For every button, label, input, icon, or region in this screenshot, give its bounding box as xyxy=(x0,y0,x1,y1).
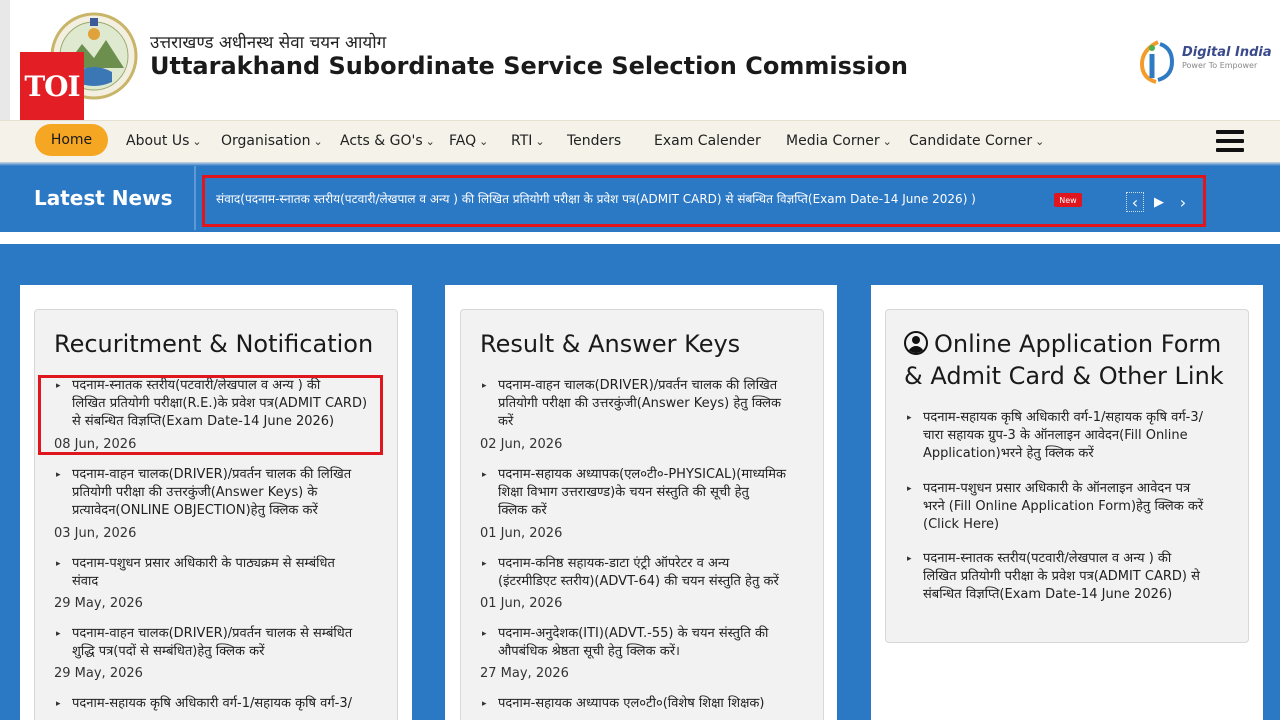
bullet-icon: ▸ xyxy=(482,470,487,480)
bullet-icon: ▸ xyxy=(482,629,487,639)
nav-rti-label: RTI xyxy=(511,133,533,149)
nav-home[interactable]: Home xyxy=(35,124,108,156)
bullet-icon: ▸ xyxy=(482,699,487,709)
online-application-title: Online Application Form xyxy=(904,328,1221,360)
nav-exam-calender[interactable]: Exam Calender xyxy=(654,120,761,162)
recruitment-item[interactable]: ▸ पदनाम-वाहन चालक(DRIVER)/प्रवर्तन चालक … xyxy=(56,625,382,661)
news-ticker-item[interactable]: संवाद(पदनाम-स्नातक स्तरीय(पटवारी/लेखपाल … xyxy=(216,190,976,207)
news-play-icon[interactable]: ▶ xyxy=(1150,192,1168,212)
bullet-icon: ▸ xyxy=(482,559,487,569)
recruitment-title: Recuritment & Notification xyxy=(54,330,374,358)
nav-candidate-corner[interactable]: Candidate Corner ⌄ xyxy=(909,120,1044,162)
chevron-down-icon: ⌄ xyxy=(535,134,545,148)
recruitment-item[interactable]: ▸ पदनाम-सहायक कृषि अधिकारी वर्ग-1/सहायक … xyxy=(56,695,382,713)
news-prev-icon[interactable]: ‹ xyxy=(1126,192,1144,212)
nav-acts-gos[interactable]: Acts & GO's ⌄ xyxy=(340,120,435,162)
item-date: 29 May, 2026 xyxy=(54,596,143,611)
item-date: 02 Jun, 2026 xyxy=(480,437,563,452)
result-item[interactable]: ▸ पदनाम-सहायक अध्यापक एल०टी०(विशेष शिक्ष… xyxy=(482,695,808,713)
nav-about-us-label: About Us xyxy=(126,133,190,149)
recruitment-item[interactable]: ▸ पदनाम-पशुधन प्रसार अधिकारी के पाठ्यक्र… xyxy=(56,555,382,591)
news-next-icon[interactable]: › xyxy=(1174,192,1192,212)
nav-tenders[interactable]: Tenders xyxy=(567,120,621,162)
news-divider xyxy=(194,166,196,230)
item-date: 01 Jun, 2026 xyxy=(480,596,563,611)
nav-organisation-label: Organisation xyxy=(221,133,311,149)
chevron-down-icon: ⌄ xyxy=(425,134,435,148)
site-title-hindi: उत्तराखण्ड अधीनस्थ सेवा चयन आयोग xyxy=(150,33,387,53)
nav-acts-gos-label: Acts & GO's xyxy=(340,133,423,149)
digital-india-tagline: Power To Empower xyxy=(1182,61,1258,70)
section-divider xyxy=(0,232,1280,244)
toi-watermark: TOI xyxy=(20,52,84,120)
nav-faq[interactable]: FAQ ⌄ xyxy=(449,120,488,162)
nav-rti[interactable]: RTI ⌄ xyxy=(511,120,545,162)
bullet-icon: ▸ xyxy=(56,629,61,639)
chevron-down-icon: ⌄ xyxy=(1035,134,1045,148)
user-circle-icon xyxy=(904,331,928,355)
online-link-item[interactable]: ▸ पदनाम-पशुधन प्रसार अधिकारी के ऑनलाइन आ… xyxy=(907,480,1233,534)
bullet-icon: ▸ xyxy=(907,484,912,494)
admit-card-highlight-box xyxy=(38,375,383,455)
item-date: 03 Jun, 2026 xyxy=(54,526,137,541)
nav-media-corner-label: Media Corner xyxy=(786,133,880,149)
nav-about-us[interactable]: About Us ⌄ xyxy=(126,120,202,162)
bullet-icon: ▸ xyxy=(907,413,912,423)
chevron-down-icon: ⌄ xyxy=(192,134,202,148)
bullet-icon: ▸ xyxy=(56,470,61,480)
nav-media-corner[interactable]: Media Corner ⌄ xyxy=(786,120,892,162)
result-item[interactable]: ▸ पदनाम-सहायक अध्यापक(एल०टी०-PHYSICAL)(म… xyxy=(482,466,808,520)
latest-news-label: Latest News xyxy=(34,186,173,210)
new-badge: New xyxy=(1054,193,1082,207)
recruitment-item[interactable]: ▸ पदनाम-वाहन चालक(DRIVER)/प्रवर्तन चालक … xyxy=(56,466,382,520)
nav-organisation[interactable]: Organisation ⌄ xyxy=(221,120,323,162)
chevron-down-icon: ⌄ xyxy=(882,134,892,148)
result-item[interactable]: ▸ पदनाम-वाहन चालक(DRIVER)/प्रवर्तन चालक … xyxy=(482,377,808,431)
site-title-english: Uttarakhand Subordinate Service Selectio… xyxy=(150,52,908,80)
bullet-icon: ▸ xyxy=(56,699,61,709)
result-item[interactable]: ▸ पदनाम-अनुदेशक(ITI)(ADVT.-55) के चयन सं… xyxy=(482,625,808,661)
site-header: उत्तराखण्ड अधीनस्थ सेवा चयन आयोग Uttarak… xyxy=(0,0,1280,120)
nav-faq-label: FAQ xyxy=(449,133,477,149)
digital-india-name: Digital India xyxy=(1182,45,1272,60)
chevron-down-icon: ⌄ xyxy=(313,134,323,148)
online-link-item[interactable]: ▸ पदनाम-सहायक कृषि अधिकारी वर्ग-1/सहायक … xyxy=(907,409,1233,463)
hamburger-menu-icon[interactable] xyxy=(1216,130,1244,152)
item-date: 01 Jun, 2026 xyxy=(480,526,563,541)
results-title: Result & Answer Keys xyxy=(480,330,741,358)
item-date: 27 May, 2026 xyxy=(480,666,569,681)
item-date: 29 May, 2026 xyxy=(54,666,143,681)
chevron-down-icon: ⌄ xyxy=(479,134,489,148)
bullet-icon: ▸ xyxy=(907,554,912,564)
online-application-title-line2: & Admit Card & Other Link xyxy=(904,362,1224,390)
bullet-icon: ▸ xyxy=(56,559,61,569)
nav-candidate-corner-label: Candidate Corner xyxy=(909,133,1033,149)
result-item[interactable]: ▸ पदनाम-कनिष्ठ सहायक-डाटा एंट्री ऑपरेटर … xyxy=(482,555,808,591)
online-link-item[interactable]: ▸ पदनाम-स्नातक स्तरीय(पटवारी/लेखपाल व अन… xyxy=(907,550,1233,604)
bullet-icon: ▸ xyxy=(482,381,487,391)
